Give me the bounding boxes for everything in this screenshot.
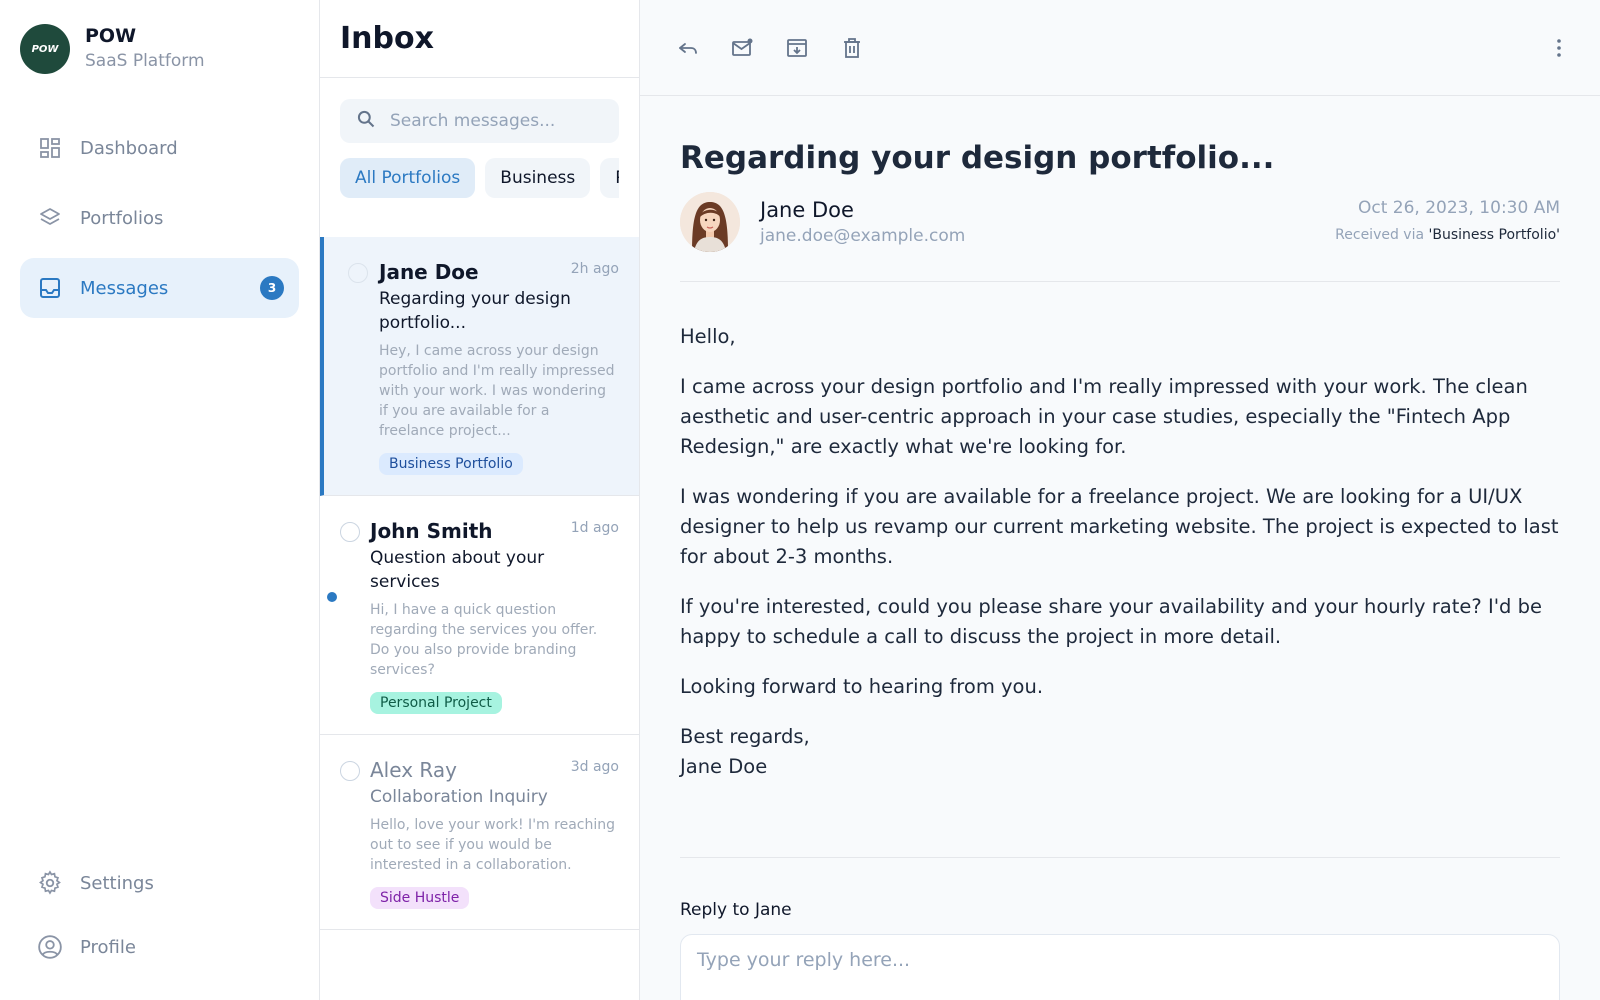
dashboard-icon	[37, 135, 63, 161]
message-date: Oct 26, 2023, 10:30 AM	[1358, 198, 1560, 218]
body-signature: Best regards, Jane Doe	[680, 722, 1560, 782]
body-paragraph: If you're interested, could you please s…	[680, 595, 1543, 648]
divider	[680, 857, 1560, 858]
message-subject: Collaboration Inquiry	[370, 787, 548, 807]
message-subject-title: Regarding your design portfolio...	[680, 140, 1275, 176]
received-prefix: Received via	[1335, 227, 1429, 243]
body-paragraph: Hello,	[680, 325, 736, 348]
message-preview: Hello, love your work! I'm reaching out …	[370, 817, 615, 873]
sidebar-item-label: Profile	[80, 936, 136, 958]
received-via: Received via 'Business Portfolio'	[1335, 227, 1560, 243]
brand-logo: POW	[20, 24, 70, 74]
brand-subtitle: SaaS Platform	[85, 51, 205, 71]
message-preview: Hey, I came across your design portfolio…	[379, 343, 615, 439]
message-time: 1d ago	[570, 520, 619, 536]
filter-personal[interactable]: Personal	[600, 158, 619, 198]
reply-label: Reply to Jane	[680, 900, 792, 920]
received-portfolio: 'Business Portfolio'	[1428, 227, 1560, 243]
search-icon	[356, 109, 376, 133]
message-item[interactable]: Alex Ray 3d ago Collaboration Inquiry He…	[320, 735, 639, 930]
message-item[interactable]: John Smith 1d ago Question about your se…	[320, 496, 639, 735]
message-time: 3d ago	[570, 759, 619, 775]
bottom-nav: Settings Profile	[20, 855, 299, 983]
signature-name: Jane Doe	[680, 755, 768, 778]
message-time: 2h ago	[570, 261, 619, 277]
sidebar-item-label: Settings	[80, 872, 154, 894]
sender-name: Jane Doe	[760, 198, 854, 222]
message-list: Jane Doe 2h ago Regarding your design po…	[320, 237, 639, 930]
message-detail: Regarding your design portfolio... Jane …	[640, 0, 1600, 1000]
trash-icon[interactable]	[838, 34, 866, 62]
message-body: Hello, I came across your design portfol…	[680, 322, 1560, 782]
body-paragraph: Looking forward to hearing from you.	[680, 675, 1044, 698]
brand[interactable]: POW POW SaaS Platform	[20, 24, 205, 74]
sidebar-item-label: Portfolios	[80, 207, 164, 229]
inbox-icon	[37, 275, 63, 301]
reply-icon[interactable]	[674, 34, 702, 62]
sidebar-item-messages[interactable]: Messages 3	[20, 258, 299, 318]
filter-all-portfolios[interactable]: All Portfolios	[340, 158, 476, 198]
main-nav: Dashboard Portfolios Messages 3	[20, 118, 299, 328]
sidebar-item-settings[interactable]: Settings	[20, 855, 299, 911]
portfolio-tag: Side Hustle	[370, 887, 470, 909]
body-paragraph: I was wondering if you are available for…	[680, 485, 1559, 568]
sender-email[interactable]: jane.doe@example.com	[760, 226, 965, 246]
layers-icon	[37, 205, 63, 231]
message-subject: Regarding your design portfolio...	[379, 289, 571, 333]
mark-unread-icon[interactable]	[728, 34, 756, 62]
sidebar-item-dashboard[interactable]: Dashboard	[20, 118, 299, 178]
user-circle-icon	[37, 934, 63, 960]
sidebar-item-label: Dashboard	[80, 137, 178, 159]
reply-textarea[interactable]	[680, 934, 1560, 1000]
portfolio-tag: Personal Project	[370, 692, 502, 714]
signature-closing: Best regards,	[680, 725, 810, 748]
message-item[interactable]: Jane Doe 2h ago Regarding your design po…	[320, 237, 639, 496]
sidebar-item-profile[interactable]: Profile	[20, 919, 299, 975]
body-paragraph: I came across your design portfolio and …	[680, 375, 1528, 458]
unread-count-badge: 3	[260, 276, 284, 300]
sidebar-item-portfolios[interactable]: Portfolios	[20, 188, 299, 248]
select-checkbox[interactable]	[340, 522, 360, 542]
more-vertical-icon[interactable]	[1545, 34, 1573, 62]
brand-name: POW	[85, 25, 137, 47]
avatar	[680, 192, 740, 252]
gear-icon	[37, 870, 63, 896]
sidebar-item-label: Messages	[80, 277, 169, 299]
search-input[interactable]	[390, 111, 610, 131]
select-checkbox[interactable]	[340, 761, 360, 781]
sender-info: Jane Doe jane.doe@example.com Oct 26, 20…	[680, 192, 1560, 282]
portfolio-filter-tabs: All Portfolios Business Personal	[340, 158, 619, 198]
search-box[interactable]	[340, 99, 619, 143]
sidebar: POW POW SaaS Platform Dashboard Portfoli…	[0, 0, 320, 1000]
inbox-header: Inbox	[320, 0, 639, 78]
inbox-panel: Inbox All Portfolios Business Personal J…	[320, 0, 640, 1000]
message-toolbar	[640, 0, 1600, 96]
message-subject: Question about your services	[370, 548, 545, 592]
select-checkbox[interactable]	[348, 263, 368, 283]
message-preview: Hi, I have a quick question regarding th…	[370, 602, 598, 678]
portfolio-tag: Business Portfolio	[379, 453, 523, 475]
filter-business[interactable]: Business	[485, 158, 591, 198]
archive-icon[interactable]	[783, 34, 811, 62]
unread-indicator	[327, 592, 337, 602]
message-content: Regarding your design portfolio... Jane …	[680, 96, 1560, 1000]
page-title: Inbox	[340, 21, 434, 56]
